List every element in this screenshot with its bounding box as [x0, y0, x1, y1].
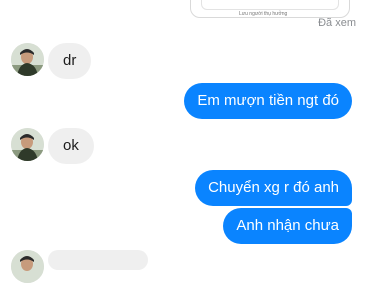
receipt-preview: [201, 0, 339, 10]
avatar-photo-icon: [11, 128, 44, 161]
contact-avatar[interactable]: [11, 250, 44, 283]
outgoing-message[interactable]: Anh nhận chưa: [223, 208, 352, 244]
seen-status: Đã xem: [318, 17, 356, 29]
contact-avatar[interactable]: [11, 128, 44, 161]
outgoing-message[interactable]: Em mượn tiền ngt đó: [184, 83, 352, 119]
incoming-message[interactable]: dr: [48, 43, 92, 79]
transfer-receipt-card[interactable]: Lưu người thụ hưởng: [190, 0, 350, 18]
incoming-message-partial[interactable]: [48, 250, 148, 270]
incoming-message[interactable]: ok: [48, 128, 94, 164]
receipt-caption: Lưu người thụ hưởng: [239, 11, 288, 17]
contact-avatar[interactable]: [11, 43, 44, 76]
message-thread: Lưu người thụ hưởng Đã xem dr Em mượn ti…: [0, 0, 374, 283]
avatar-photo-icon: [11, 250, 44, 283]
outgoing-message[interactable]: Chuyển xg r đó anh: [195, 170, 352, 206]
avatar-photo-icon: [11, 43, 44, 76]
